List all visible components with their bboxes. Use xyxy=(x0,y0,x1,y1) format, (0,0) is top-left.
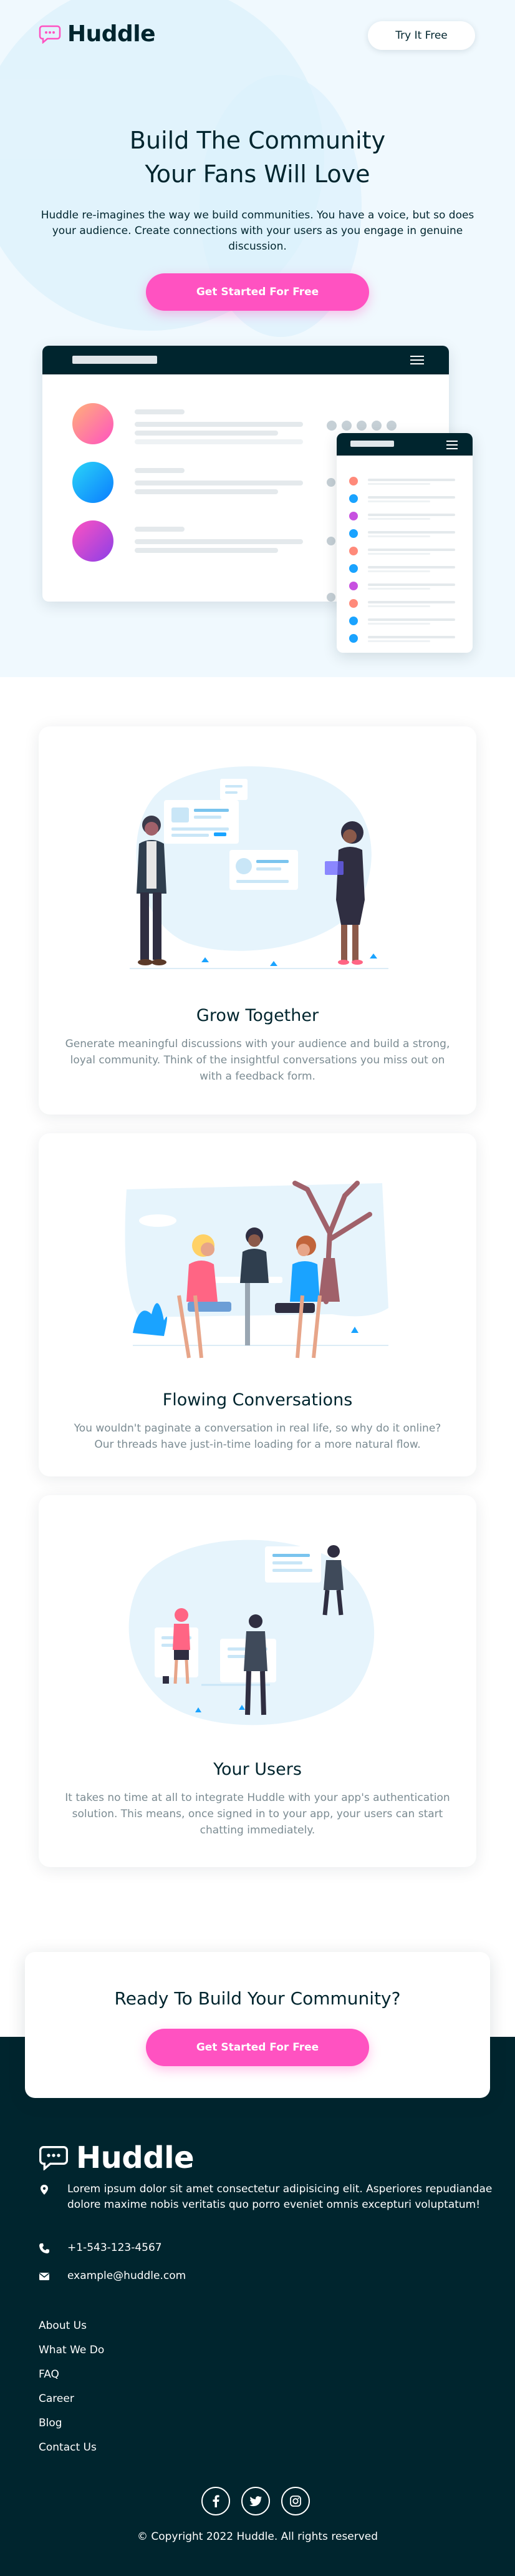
avatar xyxy=(72,462,113,503)
footer-link-faq[interactable]: FAQ xyxy=(39,2368,104,2392)
footer-address: Lorem ipsum dolor sit amet consectetur a… xyxy=(39,2182,504,2213)
footer-link-career[interactable]: Career xyxy=(39,2392,104,2416)
mockup-line xyxy=(135,422,303,427)
try-it-free-button[interactable]: Try It Free xyxy=(368,21,475,50)
mockup-list-item xyxy=(349,494,460,503)
feature-card-grow-together: Grow Together Generate meaningful discus… xyxy=(39,726,476,1115)
footer-link-about-us[interactable]: About Us xyxy=(39,2319,104,2343)
hero-title: Build The Community Your Fans Will Love xyxy=(70,124,445,191)
mockup-line xyxy=(135,539,303,544)
mockup-dot xyxy=(327,593,335,602)
hero-title-line: Your Fans Will Love xyxy=(145,160,370,188)
mockup-list-item xyxy=(349,477,460,485)
grow-together-illustration xyxy=(130,766,388,969)
your-users-illustration xyxy=(128,1539,375,1725)
chat-bubble-logo-icon xyxy=(39,2146,68,2170)
mockup-line xyxy=(135,409,185,414)
email-icon xyxy=(39,2273,49,2280)
feature-description: You wouldn't paginate a conversation in … xyxy=(74,1422,441,1451)
mockup-list-item xyxy=(349,564,460,573)
feature-description: Generate meaningful discussions with you… xyxy=(65,1038,450,1083)
mockup-line xyxy=(135,431,278,436)
feature-card-flowing-conversations: Flowing Conversations You wouldn't pagin… xyxy=(39,1133,476,1476)
mockup-dot xyxy=(327,478,335,487)
instagram-button[interactable] xyxy=(281,2487,310,2515)
cta-get-started-button[interactable]: Get Started For Free xyxy=(146,2029,369,2066)
location-pin-icon xyxy=(41,2185,48,2195)
feature-description: It takes no time at all to integrate Hud… xyxy=(65,1792,450,1837)
twitter-button[interactable] xyxy=(241,2487,270,2515)
mockup-line xyxy=(135,481,303,485)
facebook-icon xyxy=(213,2495,219,2507)
phone-icon xyxy=(39,2243,49,2253)
mockup-list-item xyxy=(349,582,460,590)
mockup-list-item xyxy=(349,529,460,538)
footer-logo[interactable]: Huddle xyxy=(39,2140,195,2175)
feature-title: Grow Together xyxy=(196,1006,319,1025)
footer-nav: About Us What We Do FAQ Career Blog Cont… xyxy=(39,2319,104,2465)
twitter-icon xyxy=(249,2496,262,2506)
mobile-mockup-illustration xyxy=(337,433,473,653)
mockup-list-item xyxy=(349,599,460,608)
cta-title: Ready To Build Your Community? xyxy=(114,1988,401,2009)
mockup-list-item xyxy=(349,547,460,555)
footer-link-contact-us[interactable]: Contact Us xyxy=(39,2441,104,2465)
mockup-dot xyxy=(327,537,335,545)
mockup-dot-row xyxy=(327,421,397,431)
mockup-url-bar xyxy=(72,356,157,364)
logo-wordmark: Huddle xyxy=(67,21,156,47)
avatar xyxy=(72,403,113,444)
header-logo[interactable]: Huddle xyxy=(39,21,156,47)
mockup-line xyxy=(135,489,278,494)
chat-bubble-logo-icon xyxy=(39,25,61,44)
mockup-list-item xyxy=(349,512,460,520)
facebook-button[interactable] xyxy=(201,2487,230,2515)
mockup-line xyxy=(135,439,303,444)
hero-description: Huddle re-imagines the way we build comm… xyxy=(41,209,474,253)
mockup-line xyxy=(135,468,185,473)
feature-title: Your Users xyxy=(213,1760,302,1779)
footer-phone: +1-543-123-4567 xyxy=(39,2240,504,2256)
flowing-conversations-illustration xyxy=(125,1181,388,1359)
mockup-toolbar xyxy=(337,433,473,456)
mockup-line xyxy=(135,527,185,532)
copyright-text: © Copyright 2022 Huddle. All rights rese… xyxy=(137,2530,378,2543)
logo-wordmark: Huddle xyxy=(76,2140,195,2175)
hamburger-menu-icon xyxy=(446,441,458,449)
hamburger-menu-icon xyxy=(410,356,424,364)
mockup-url-bar xyxy=(350,441,394,447)
hero-title-line: Build The Community xyxy=(129,127,386,154)
landing-page: Huddle Try It Free Build The Community Y… xyxy=(0,0,515,2576)
social-links xyxy=(201,2487,310,2515)
avatar xyxy=(72,520,113,562)
hero-get-started-button[interactable]: Get Started For Free xyxy=(146,273,369,311)
feature-card-your-users: Your Users It takes no time at all to in… xyxy=(39,1495,476,1867)
feature-title: Flowing Conversations xyxy=(162,1390,353,1410)
site-header: Huddle Try It Free xyxy=(0,0,515,72)
footer-email: example@huddle.com xyxy=(39,2268,504,2284)
cta-card: Ready To Build Your Community? Get Start… xyxy=(25,1952,490,2098)
footer-link-blog[interactable]: Blog xyxy=(39,2416,104,2441)
mockup-toolbar xyxy=(42,346,449,374)
email-text[interactable]: example@huddle.com xyxy=(67,2268,504,2284)
address-text: Lorem ipsum dolor sit amet consectetur a… xyxy=(67,2183,493,2211)
mockup-list-item xyxy=(349,634,460,643)
instagram-icon xyxy=(290,2496,301,2507)
mockup-list-item xyxy=(349,617,460,625)
mockup-line xyxy=(135,548,278,553)
footer-link-what-we-do[interactable]: What We Do xyxy=(39,2343,104,2368)
phone-text: +1-543-123-4567 xyxy=(67,2242,162,2254)
